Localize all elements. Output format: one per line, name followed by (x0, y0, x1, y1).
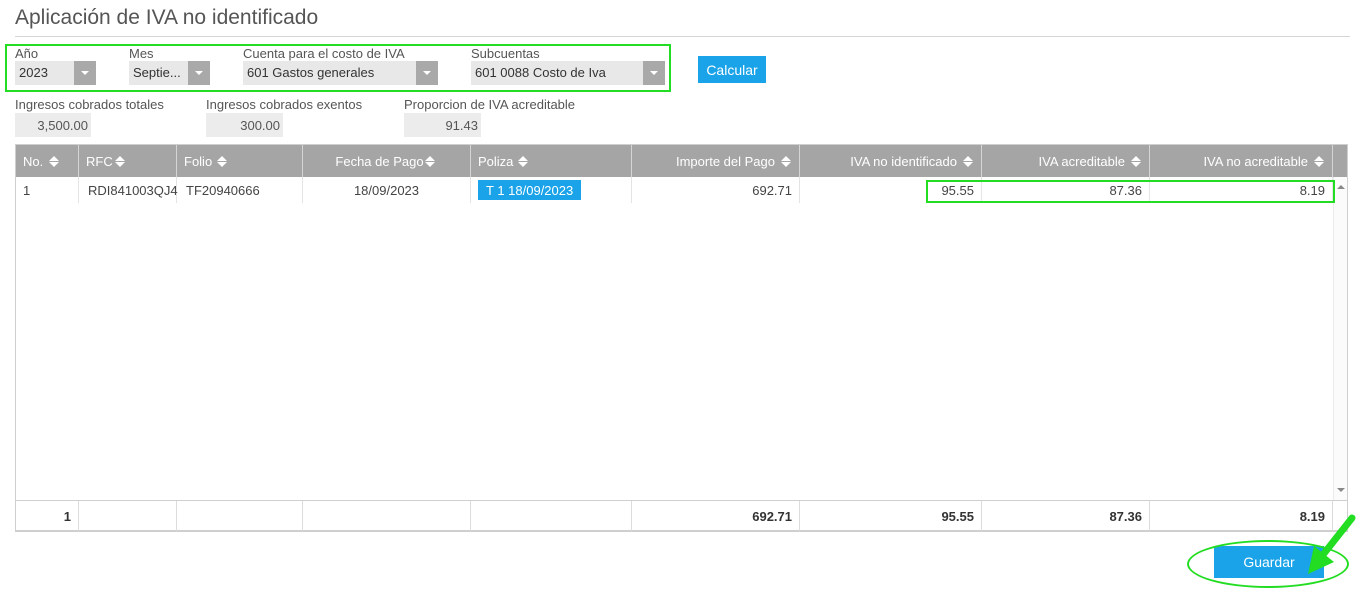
page-title: Aplicación de IVA no identificado (15, 6, 319, 29)
sort-icon[interactable] (49, 156, 59, 167)
ingresos-totales-label: Ingresos cobrados totales (15, 97, 164, 112)
subcuentas-label: Subcuentas (471, 46, 540, 61)
total-empty-cell (471, 501, 632, 531)
proporcion-value: 91.43 (404, 113, 481, 137)
sort-icon[interactable] (217, 156, 227, 167)
grid-body: 1 RDI841003QJ4 TF20940666 18/09/2023 T 1… (16, 177, 1347, 500)
cell-importe: 692.71 (632, 177, 800, 203)
sort-icon[interactable] (1314, 156, 1324, 167)
sort-icon[interactable] (518, 156, 528, 167)
subcuentas-select[interactable]: 601 0088 Costo de Iva (471, 61, 665, 85)
cell-no: 1 (16, 177, 79, 203)
chevron-down-icon[interactable] (188, 61, 210, 85)
chevron-down-icon[interactable] (74, 61, 96, 85)
scroll-down-icon[interactable] (1337, 488, 1345, 492)
total-empty-cell (303, 501, 471, 531)
arrow-pointer-icon (1308, 514, 1356, 574)
column-header-fecha-pago[interactable]: Fecha de Pago (303, 145, 471, 177)
cell-rfc: RDI841003QJ4 (79, 177, 178, 203)
column-header-importe[interactable]: Importe del Pago (632, 145, 800, 177)
column-header-no[interactable]: No. (16, 145, 79, 177)
mes-label: Mes (129, 46, 154, 61)
column-header-folio[interactable]: Folio (177, 145, 303, 177)
sort-icon[interactable] (781, 156, 791, 167)
cuenta-select[interactable]: 601 Gastos generales (243, 61, 438, 85)
title-divider (15, 36, 1350, 37)
anio-value: 2023 (19, 65, 48, 80)
chevron-down-icon[interactable] (643, 61, 665, 85)
column-header-iva-no-identificado[interactable]: IVA no identificado (800, 145, 982, 177)
total-importe: 692.71 (632, 501, 800, 531)
grid-footer-totals: 1 692.71 95.55 87.36 8.19 (16, 500, 1347, 531)
anio-label: Año (15, 46, 39, 61)
iva-values-highlight-box (926, 180, 1335, 203)
ingresos-exentos-value: 300.00 (206, 113, 283, 137)
total-empty-cell (79, 501, 177, 531)
sort-icon[interactable] (115, 156, 125, 167)
cuenta-label: Cuenta para el costo de IVA (243, 46, 405, 61)
cell-fecha-pago: 18/09/2023 (303, 177, 471, 203)
ingresos-exentos-label: Ingresos cobrados exentos (206, 97, 363, 112)
column-header-poliza[interactable]: Poliza (471, 145, 632, 177)
cuenta-value: 601 Gastos generales (247, 65, 375, 80)
subcuentas-value: 601 0088 Costo de Iva (475, 65, 606, 80)
mes-select[interactable]: Septie... (129, 61, 210, 85)
column-header-rfc[interactable]: RFC (79, 145, 177, 177)
total-count: 1 (16, 501, 79, 531)
total-iva-no-identificado: 95.55 (800, 501, 982, 531)
scroll-up-icon[interactable] (1337, 185, 1345, 189)
sort-icon[interactable] (1131, 156, 1141, 167)
vertical-scrollbar[interactable] (1333, 177, 1347, 500)
chevron-down-icon[interactable] (416, 61, 438, 85)
grid-header: No. RFC Folio Fecha de Pago Poliza Impor… (16, 145, 1347, 177)
poliza-link[interactable]: T 1 18/09/2023 (478, 180, 582, 200)
cell-poliza: T 1 18/09/2023 (471, 177, 632, 203)
column-header-iva-no-acreditable[interactable]: IVA no acreditable (1150, 145, 1333, 177)
ingresos-totales-value: 3,500.00 (15, 113, 91, 137)
column-header-iva-acreditable[interactable]: IVA acreditable (982, 145, 1150, 177)
total-iva-acreditable: 87.36 (982, 501, 1150, 531)
calcular-button[interactable]: Calcular (698, 56, 766, 83)
sort-icon[interactable] (963, 156, 973, 167)
mes-value: Septie... (133, 65, 181, 80)
anio-select[interactable]: 2023 (15, 61, 96, 85)
sort-icon[interactable] (425, 156, 435, 167)
cell-folio: TF20940666 (177, 177, 303, 203)
total-empty-cell (177, 501, 303, 531)
proporcion-label: Proporcion de IVA acreditable (404, 97, 576, 112)
